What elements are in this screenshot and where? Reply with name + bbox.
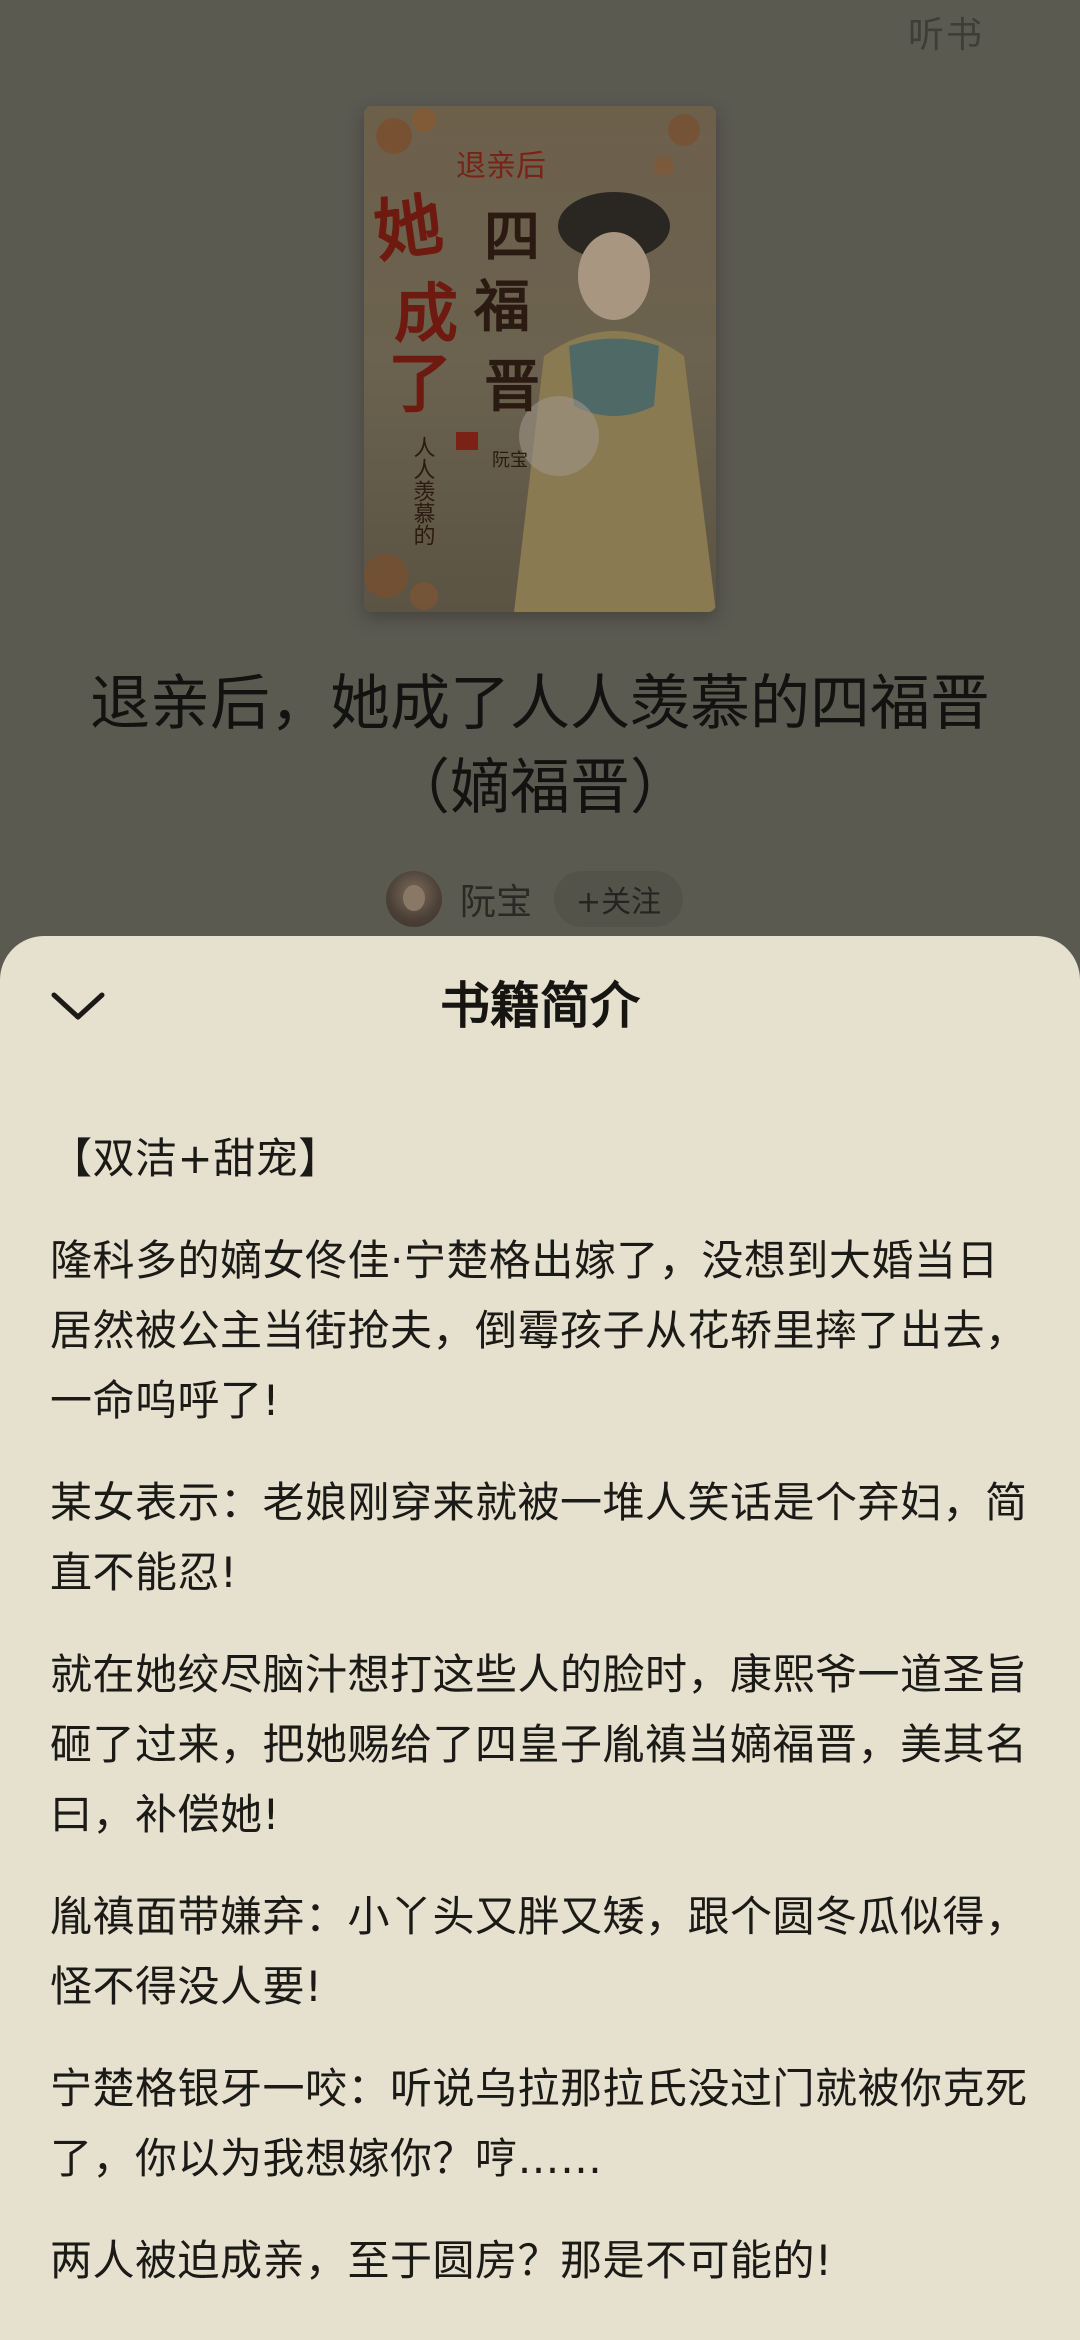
- svg-text:晋: 晋: [484, 354, 540, 420]
- synopsis-paragraph: 某女表示：老娘刚穿来就被一堆人笑话是个弃妇，简直不能忍!: [50, 1478, 1028, 1597]
- synopsis-sheet: 书籍简介 【双洁+甜宠】 隆科多的嫡女佟佳·宁楚格出嫁了，没想到大婚当日居然被公…: [0, 936, 1080, 2340]
- author-name[interactable]: 阮宝: [460, 873, 532, 925]
- svg-text:四: 四: [484, 204, 540, 270]
- author-avatar[interactable]: [386, 871, 442, 927]
- svg-text:她: 她: [369, 184, 447, 273]
- synopsis-paragraph: 时隔两年，一天我终成了老大，贝，么事的什么: [50, 2328, 1030, 2340]
- listen-button[interactable]: 听书: [908, 6, 984, 58]
- synopsis-paragraph: 就在她绞尽脑汁想打这些人的脸时，康熙爷一道圣旨砸了过来，把她赐给了四皇子胤禛当嫡…: [50, 1650, 1028, 1839]
- svg-text:人人羡慕的: 人人羡慕的: [410, 436, 436, 546]
- synopsis-paragraph: 两人被迫成亲，至于圆房？那是不可能的!: [50, 2236, 833, 2285]
- sheet-header: 书籍简介: [0, 936, 1080, 1072]
- svg-text:了: 了: [388, 347, 452, 422]
- synopsis-paragraph: 隆科多的嫡女佟佳·宁楚格出嫁了，没想到大婚当日居然被公主当街抢夫，倒霉孩子从花轿…: [50, 1236, 1028, 1425]
- book-title: 退亲后，她成了人人羡慕的四福晋（嫡福晋）: [90, 669, 990, 823]
- synopsis-paragraph: 胤禛面带嫌弃：小丫头又胖又矮，跟个圆冬瓜似得，怪不得没人要!: [50, 1892, 1028, 2011]
- synopsis-text: 【双洁+甜宠】 隆科多的嫡女佟佳·宁楚格出嫁了，没想到大婚当日居然被公主当街抢夫…: [50, 1124, 1030, 2340]
- cover-text-top: 退亲后: [456, 149, 546, 184]
- svg-text:福: 福: [473, 274, 530, 340]
- author-row: 阮宝 +关注: [386, 870, 684, 928]
- svg-text:成: 成: [394, 277, 458, 352]
- book-cover-art: 退亲后 她 成 了 四 福 晋 人人羡慕的 阮宝: [364, 106, 716, 612]
- book-cover[interactable]: 退亲后 她 成 了 四 福 晋 人人羡慕的 阮宝: [364, 106, 716, 612]
- cover-author: 阮宝: [492, 450, 528, 471]
- synopsis-paragraph: 【双洁+甜宠】: [50, 1134, 341, 1183]
- synopsis-paragraph: 宁楚格银牙一咬：听说乌拉那拉氏没过门就被你克死了，你以为我想嫁你？哼……: [50, 2064, 1028, 2183]
- sheet-title: 书籍简介: [440, 977, 640, 1035]
- follow-button[interactable]: +关注: [554, 871, 684, 927]
